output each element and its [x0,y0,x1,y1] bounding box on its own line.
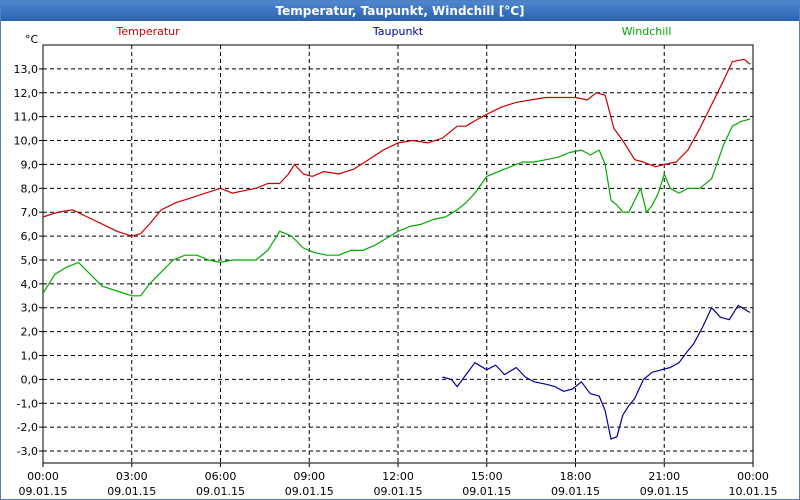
chart-window: Temperatur, Taupunkt, Windchill [°C] -3,… [0,0,800,500]
y-tick-label: 13,0 [14,63,39,76]
x-tick-date-label: 09.01.15 [551,485,600,498]
y-tick-label: 6,0 [21,230,39,243]
y-tick-label: 12,0 [14,87,39,100]
legend: Temperatur Taupunkt Windchill [116,25,672,38]
legend-entry-taupunkt: Taupunkt [372,25,424,38]
x-tick-time-label: 21:00 [648,470,680,483]
x-tick-date-label: 09.01.15 [19,485,68,498]
y-tick-label: 3,0 [21,302,39,315]
y-tick-label: -2,0 [17,421,38,434]
x-tick-date-label: 09.01.15 [374,485,423,498]
y-tick-label: 5,0 [21,254,39,267]
y-tick-label: 1,0 [21,350,39,363]
y-tick-label: 10,0 [14,135,39,148]
x-tick-time-label: 09:00 [293,470,325,483]
y-tick-label: -3,0 [17,445,38,458]
y-tick-label: 7,0 [21,206,39,219]
y-tick-label: -1,0 [17,397,38,410]
x-tick-time-label: 00:00 [737,470,769,483]
x-tick-date-label: 09.01.15 [107,485,156,498]
x-tick-time-label: 00:00 [27,470,59,483]
y-tick-label: 11,0 [14,111,39,124]
y-tick-label: 0,0 [21,373,39,386]
legend-entry-windchill: Windchill [622,25,672,38]
y-axis-unit-label: °C [25,33,39,46]
x-tick-date-label: 09.01.15 [462,485,511,498]
x-tick-date-label: 09.01.15 [640,485,689,498]
x-tick-time-label: 06:00 [205,470,237,483]
y-tick-label: 4,0 [21,278,39,291]
y-tick-label: 8,0 [21,182,39,195]
x-tick-time-label: 15:00 [471,470,503,483]
chart-canvas: -3,0 -2,0 -1,0 0,0 1,0 2,0 3,0 4,0 5,0 6,0 7,0 8,0 9… [14,25,778,498]
x-tick-date-label: 09.01.15 [196,485,245,498]
x-tick-time-label: 12:00 [382,470,414,483]
x-tick-time-label: 18:00 [560,470,592,483]
x-tick-time-label: 03:00 [116,470,148,483]
plot-area [42,44,754,464]
y-tick-label: 2,0 [21,326,39,339]
y-tick-label: 9,0 [21,158,39,171]
legend-entry-temperatur: Temperatur [116,25,181,38]
x-tick-date-label: 09.01.15 [285,485,334,498]
x-tick-date-label: 10.01.15 [729,485,778,498]
